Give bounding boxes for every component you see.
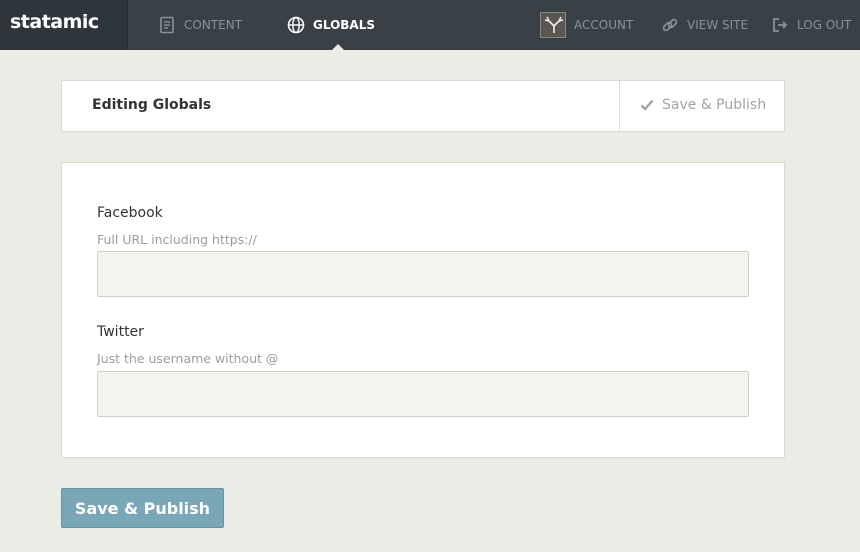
statamic-logo[interactable]: statamic	[10, 11, 99, 33]
header-save-publish-label: Save & Publish	[662, 97, 767, 113]
facebook-input[interactable]	[97, 251, 749, 297]
nav-item-view-site-label: VIEW SITE	[687, 18, 749, 32]
nav-item-globals[interactable]: GLOBALS	[287, 0, 375, 50]
editing-header: Editing Globals Save & Publish	[61, 80, 785, 132]
page-title: Editing Globals	[92, 97, 212, 113]
facebook-field-label: Facebook	[97, 205, 163, 221]
top-nav-bar: statamic CONTENT GLOBALS ACCOUNT VIEW SI…	[0, 0, 860, 50]
active-nav-indicator	[332, 44, 344, 50]
sign-out-icon	[773, 18, 788, 32]
nav-item-account[interactable]: ACCOUNT	[540, 0, 633, 50]
document-icon	[160, 16, 174, 34]
save-publish-button[interactable]: Save & Publish	[61, 488, 224, 528]
twitter-field-help: Just the username without @	[97, 351, 279, 366]
globals-form: Facebook Full URL including https:// Twi…	[61, 162, 785, 458]
twitter-field-label: Twitter	[97, 324, 144, 340]
twitter-input[interactable]	[97, 371, 749, 417]
nav-item-log-out[interactable]: LOG OUT	[771, 0, 851, 50]
nav-item-content[interactable]: CONTENT	[158, 0, 242, 50]
link-icon	[662, 18, 678, 32]
globe-icon	[287, 16, 305, 34]
save-publish-button-label: Save & Publish	[74, 498, 211, 518]
nav-item-view-site[interactable]: VIEW SITE	[661, 0, 748, 50]
facebook-field-help: Full URL including https://	[97, 232, 257, 247]
header-save-publish-button[interactable]: Save & Publish	[640, 97, 766, 113]
checkmark-icon	[640, 99, 654, 111]
nav-item-globals-label: GLOBALS	[313, 18, 375, 32]
header-divider	[619, 81, 620, 131]
nav-item-account-label: ACCOUNT	[574, 18, 634, 32]
avatar	[540, 12, 566, 38]
nav-item-log-out-label: LOG OUT	[797, 18, 852, 32]
nav-item-content-label: CONTENT	[184, 18, 243, 32]
logo-container[interactable]: statamic	[0, 0, 128, 50]
